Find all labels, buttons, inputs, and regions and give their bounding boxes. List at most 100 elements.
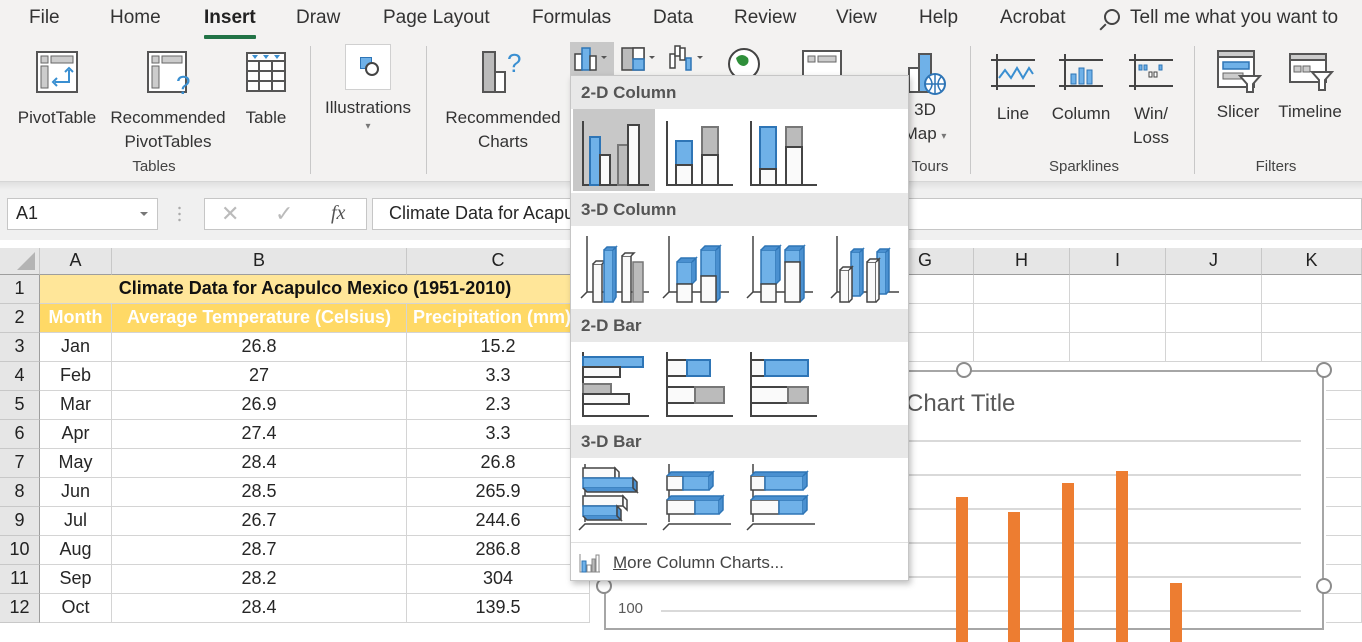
tab-draw[interactable]: Draw [296,7,340,29]
illustrations-button[interactable]: Illustrations ▾ [318,44,418,134]
cell-temperature[interactable]: 28.5 [112,478,407,507]
cell-month[interactable]: Jun [40,478,112,507]
row-header[interactable]: 9 [0,507,40,536]
resize-handle-right[interactable] [1316,578,1332,594]
cell-temperature[interactable]: 28.2 [112,565,407,594]
empty-cell[interactable] [1070,333,1166,362]
empty-cell[interactable] [1262,275,1362,304]
tab-formulas[interactable]: Formulas [532,7,611,29]
100-stacked-column-option[interactable] [741,109,823,191]
3d-100-stacked-column-option[interactable] [741,226,823,308]
cell-precipitation[interactable]: 304 [407,565,590,594]
row-header[interactable]: 3 [0,333,40,362]
cell-precipitation[interactable]: 265.9 [407,478,590,507]
cell-precipitation[interactable]: 3.3 [407,420,590,449]
timeline-button[interactable]: Timeline [1274,48,1346,124]
column-header-c[interactable]: C [407,248,590,275]
tell-me-search[interactable]: Tell me what you want to [1104,7,1338,29]
cell-precipitation[interactable]: 139.5 [407,594,590,623]
insert-hierarchy-chart-button[interactable] [618,42,662,76]
cell-month[interactable]: Sep [40,565,112,594]
cell-precipitation[interactable]: 15.2 [407,333,590,362]
cell-temperature[interactable]: 27.4 [112,420,407,449]
tab-acrobat[interactable]: Acrobat [1000,7,1065,29]
empty-cell[interactable] [1326,536,1362,565]
tab-review[interactable]: Review [734,7,796,29]
column-header-a[interactable]: A [40,248,112,275]
chart-bar-oct[interactable] [1170,583,1182,642]
empty-cell[interactable] [1326,420,1362,449]
tab-home[interactable]: Home [110,7,161,29]
empty-cell[interactable] [1166,304,1262,333]
chart-bar-jul[interactable] [1008,511,1020,642]
empty-cell[interactable] [1326,594,1362,623]
resize-handle-top[interactable] [956,362,972,378]
empty-cell[interactable] [1070,275,1166,304]
3d-100-stacked-bar-option[interactable] [741,458,823,540]
3d-stacked-column-option[interactable] [657,226,739,308]
cell-month[interactable]: May [40,449,112,478]
pivotchart-button[interactable] [800,48,844,82]
cell-temperature[interactable]: 26.8 [112,333,407,362]
clustered-column-option[interactable] [573,109,655,191]
chevron-down-icon[interactable] [140,212,148,216]
column-header-j[interactable]: J [1166,248,1262,275]
cell-precipitation[interactable]: 2.3 [407,391,590,420]
cell-temperature[interactable]: 26.9 [112,391,407,420]
cell-precipitation[interactable]: 3.3 [407,362,590,391]
clustered-bar-option[interactable] [573,342,655,424]
cell-temperature[interactable]: 28.7 [112,536,407,565]
row-header[interactable]: 12 [0,594,40,623]
empty-cell[interactable] [1326,391,1362,420]
cell-temperature[interactable]: 28.4 [112,594,407,623]
recommended-charts-button[interactable]: ? Recommended Charts [440,50,566,154]
tab-help[interactable]: Help [919,7,958,29]
row-header[interactable]: 4 [0,362,40,391]
3d-clustered-bar-option[interactable] [573,458,655,540]
sparkline-line-button[interactable]: Line [988,52,1038,126]
cancel-icon[interactable]: ✕ [221,201,239,227]
100-stacked-bar-option[interactable] [741,342,823,424]
empty-cell[interactable] [1070,304,1166,333]
empty-cell[interactable] [974,304,1070,333]
3d-column-option[interactable] [825,226,907,308]
column-header-h[interactable]: H [974,248,1070,275]
3d-stacked-bar-option[interactable] [657,458,739,540]
drag-handle[interactable] [178,205,181,223]
more-column-charts-link[interactable]: More Column Charts... [571,542,908,582]
cell-month[interactable]: Apr [40,420,112,449]
tab-view[interactable]: View [836,7,877,29]
chart-bar-aug[interactable] [1062,482,1074,642]
slicer-button[interactable]: Slicer [1210,48,1266,124]
table-button[interactable]: Table [236,50,296,130]
cell-precipitation[interactable]: 244.6 [407,507,590,536]
cell-month[interactable]: Jan [40,333,112,362]
tab-page-layout[interactable]: Page Layout [383,7,490,29]
empty-cell[interactable] [1326,478,1362,507]
header-cell-month[interactable]: Month [40,304,112,333]
row-header[interactable]: 8 [0,478,40,507]
column-header-b[interactable]: B [112,248,407,275]
empty-cell[interactable] [974,333,1070,362]
row-header[interactable]: 1 [0,275,40,304]
chart-bar-jun[interactable] [956,497,968,642]
chart-bar-sep[interactable] [1116,471,1128,642]
insert-column-chart-button[interactable] [570,42,614,76]
empty-cell[interactable] [974,275,1070,304]
stacked-column-option[interactable] [657,109,739,191]
cell-temperature[interactable]: 28.4 [112,449,407,478]
insert-function-icon[interactable]: fx [331,202,345,225]
column-header-k[interactable]: K [1262,248,1362,275]
empty-cell[interactable] [1262,304,1362,333]
cell-month[interactable]: Aug [40,536,112,565]
resize-handle-top-right[interactable] [1316,362,1332,378]
cell-month[interactable]: Feb [40,362,112,391]
header-cell-precipitation[interactable]: Precipitation (mm) [407,304,590,333]
chart-title[interactable]: Chart Title [906,390,1015,418]
sparkline-winloss-button[interactable]: Win/ Loss [1124,52,1178,150]
maps-chart-button[interactable] [722,46,766,80]
cell-precipitation[interactable]: 26.8 [407,449,590,478]
empty-cell[interactable] [1262,333,1362,362]
select-all-corner[interactable] [0,248,40,275]
row-header[interactable]: 2 [0,304,40,333]
